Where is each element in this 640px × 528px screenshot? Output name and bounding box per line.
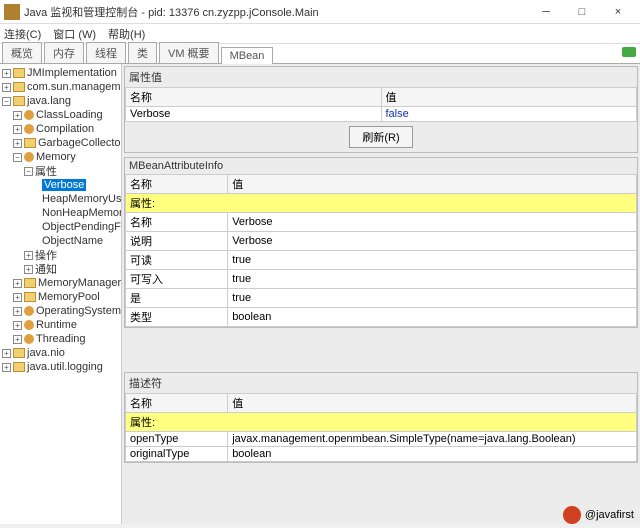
tree-node[interactable]: +操作 (0, 248, 121, 262)
tree-node[interactable]: +OperatingSystem (0, 304, 121, 318)
descriptor-table: 名称值 属性: openTypejavax.management.openmbe… (125, 393, 637, 462)
tree-node[interactable]: +ClassLoading (0, 108, 121, 122)
tree-node[interactable]: +MemoryManager (0, 276, 121, 290)
col-value: 值 (381, 88, 637, 107)
tab-classes[interactable]: 类 (128, 42, 157, 63)
table-row[interactable]: 可读true (126, 251, 637, 270)
tree-node[interactable]: ObjectPendingF (0, 220, 121, 234)
tab-overview[interactable]: 概览 (2, 42, 42, 63)
tab-threads[interactable]: 线程 (86, 42, 126, 63)
minimize-button[interactable]: ─ (528, 1, 564, 23)
table-row[interactable]: 类型boolean (126, 308, 637, 327)
table-row[interactable]: originalTypeboolean (126, 447, 637, 462)
section-title: 描述符 (125, 373, 637, 393)
window-title: Java 监视和管理控制台 - pid: 13376 cn.zyzpp.jCon… (24, 4, 528, 20)
col-name: 名称 (126, 394, 228, 413)
watermark-text: @javafirst (585, 509, 634, 521)
button-row: 刷新(R) (125, 122, 637, 152)
table-row[interactable]: 名称Verbose (126, 213, 637, 232)
tree-node[interactable]: +MemoryPool (0, 290, 121, 304)
tree-node[interactable]: +JMImplementation (0, 66, 121, 80)
tree-node-selected[interactable]: Verbose (0, 178, 121, 192)
tree-node[interactable]: +Runtime (0, 318, 121, 332)
col-value: 值 (228, 394, 637, 413)
mbean-tree[interactable]: +JMImplementation +com.sun.management −j… (0, 64, 122, 524)
table-row: 属性: (126, 413, 637, 432)
tree-node[interactable]: ObjectName (0, 234, 121, 248)
app-icon (4, 4, 20, 20)
tree-node[interactable]: NonHeapMemoryU (0, 206, 121, 220)
close-button[interactable]: × (600, 1, 636, 23)
table-row[interactable]: openTypejavax.management.openmbean.Simpl… (126, 432, 637, 447)
attribute-value-section: 属性值 名称值 Verbosefalse 刷新(R) (124, 66, 638, 153)
tree-node[interactable]: +com.sun.management (0, 80, 121, 94)
watermark: @javafirst (563, 506, 634, 524)
tree-node[interactable]: +java.util.logging (0, 360, 121, 374)
menu-help[interactable]: 帮助(H) (108, 26, 145, 42)
tree-node[interactable]: −java.lang (0, 94, 121, 108)
menu-window[interactable]: 窗口 (W) (53, 26, 96, 42)
descriptor-section: 描述符 名称值 属性: openTypejavax.management.ope… (124, 372, 638, 463)
refresh-button[interactable]: 刷新(R) (349, 126, 412, 148)
titlebar: Java 监视和管理控制台 - pid: 13376 cn.zyzpp.jCon… (0, 0, 640, 24)
col-name: 名称 (126, 88, 382, 107)
tree-node[interactable]: +Threading (0, 332, 121, 346)
section-title: 属性值 (125, 67, 637, 87)
section-title: MBeanAttributeInfo (125, 158, 637, 174)
table-row[interactable]: 是true (126, 289, 637, 308)
right-pane: 属性值 名称值 Verbosefalse 刷新(R) MBeanAttribut… (122, 64, 640, 524)
attribute-info-section: MBeanAttributeInfo 名称值 属性: 名称Verbose 说明V… (124, 157, 638, 328)
tabbar: 概览 内存 线程 类 VM 概要 MBean (0, 44, 640, 64)
tab-vm[interactable]: VM 概要 (159, 42, 219, 63)
tree-node[interactable]: −属性 (0, 164, 121, 178)
attribute-value-table: 名称值 Verbosefalse (125, 87, 637, 122)
tree-node[interactable]: +通知 (0, 262, 121, 276)
tree-node[interactable]: +Compilation (0, 122, 121, 136)
table-row: 属性: (126, 194, 637, 213)
col-name: 名称 (126, 175, 228, 194)
tree-node[interactable]: HeapMemoryUsag (0, 192, 121, 206)
menu-connect[interactable]: 连接(C) (4, 26, 41, 42)
col-value: 值 (228, 175, 637, 194)
maximize-button[interactable]: □ (564, 1, 600, 23)
table-row[interactable]: 说明Verbose (126, 232, 637, 251)
menubar: 连接(C) 窗口 (W) 帮助(H) (0, 24, 640, 44)
tree-node[interactable]: +java.nio (0, 346, 121, 360)
avatar-icon (563, 506, 581, 524)
connection-status-icon (622, 47, 636, 57)
table-row[interactable]: 可写入true (126, 270, 637, 289)
workspace: +JMImplementation +com.sun.management −j… (0, 64, 640, 524)
table-row[interactable]: Verbosefalse (126, 107, 637, 122)
tab-memory[interactable]: 内存 (44, 42, 84, 63)
tree-node[interactable]: −Memory (0, 150, 121, 164)
attribute-info-table: 名称值 属性: 名称Verbose 说明Verbose 可读true 可写入tr… (125, 174, 637, 327)
tree-node[interactable]: +GarbageCollector (0, 136, 121, 150)
tab-mbean[interactable]: MBean (221, 47, 274, 64)
